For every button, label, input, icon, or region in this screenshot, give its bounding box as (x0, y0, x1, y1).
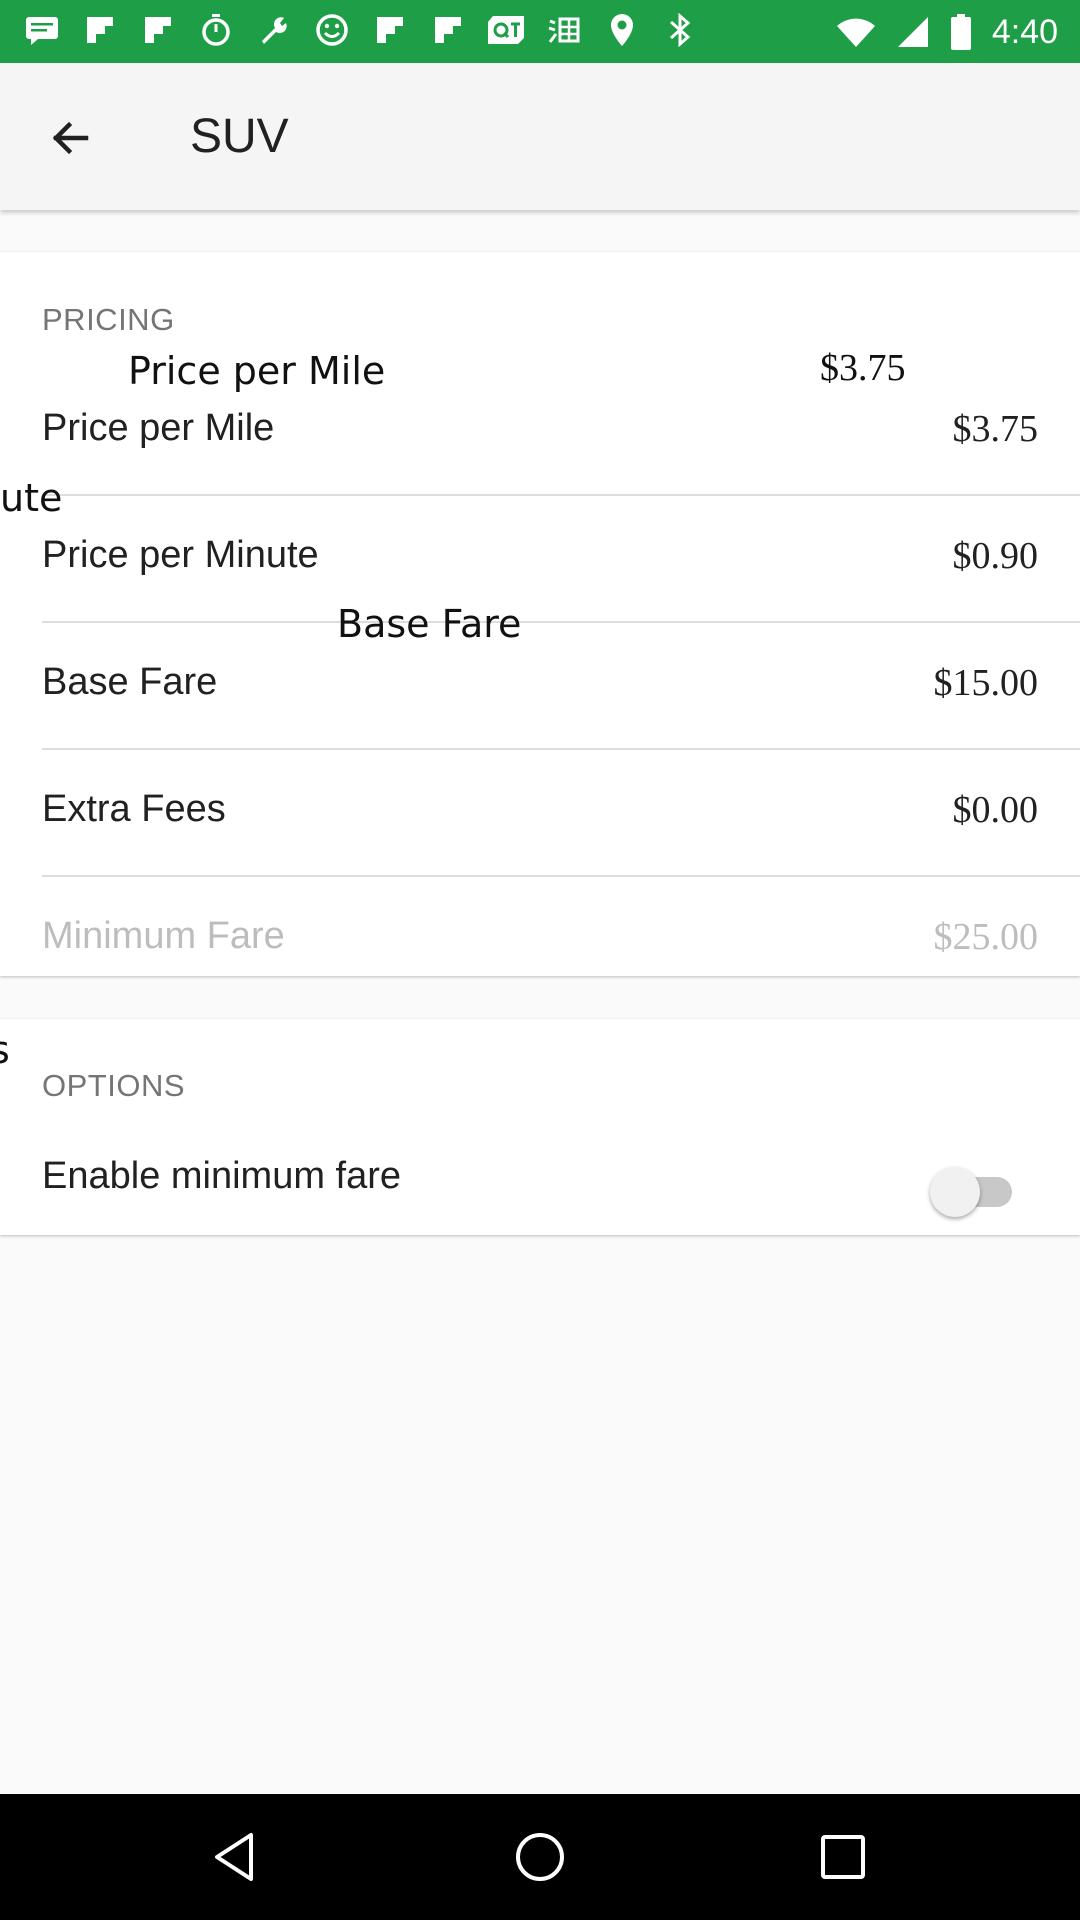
navigation-bar (0, 1794, 1080, 1920)
taobao-icon (544, 10, 584, 50)
extra-fees-label: Extra Fees (42, 788, 226, 830)
wifi-icon (836, 18, 875, 47)
arrow-back-icon (52, 121, 89, 155)
nav-recents-icon (821, 1835, 865, 1879)
app-bar: SUV (0, 63, 1080, 210)
price-per-minute-label: Price per Minute (42, 534, 319, 576)
nav-back-button[interactable] (207, 1827, 267, 1887)
price-per-minute-value: $0.90 (952, 535, 1039, 577)
options-header: OPTIONS (42, 1068, 186, 1103)
overlay-minute-fragment: ute (0, 476, 63, 520)
flipboard-icon (80, 10, 120, 50)
smiley-icon (312, 10, 352, 50)
signal-icon (897, 17, 928, 47)
base-fare-value: $15.00 (933, 662, 1039, 704)
overlay-price-per-mile: Price per Mile (128, 349, 386, 393)
overlay-mile-value: $3.75 (820, 347, 906, 389)
flipboard-icon (370, 10, 410, 50)
price-per-mile-value: $3.75 (952, 408, 1039, 450)
clock: 4:40 (991, 13, 1058, 51)
extra-fees-row[interactable]: Extra Fees $0.00 (0, 750, 1080, 877)
enable-minimum-fare-switch[interactable] (930, 1163, 1016, 1219)
extra-fees-value: $0.00 (952, 789, 1039, 831)
wrench-icon (254, 10, 294, 50)
minimum-fare-value: $25.00 (933, 916, 1039, 958)
nav-back-icon (215, 1833, 253, 1881)
notification-icons (22, 10, 700, 50)
qt-icon (486, 10, 526, 50)
nav-recents-button[interactable] (813, 1827, 873, 1887)
nav-home-button[interactable] (510, 1827, 570, 1887)
message-icon (22, 10, 62, 50)
bluetooth-icon (660, 10, 700, 50)
price-per-minute-row[interactable]: Price per Minute $0.90 (0, 496, 1080, 623)
switch-thumb (930, 1167, 980, 1217)
nav-home-icon (516, 1833, 564, 1881)
page-title: SUV (190, 110, 289, 163)
overlay-base-fare: Base Fare (337, 602, 522, 646)
base-fare-row[interactable]: Base Fare $15.00 (0, 623, 1080, 750)
pricing-header: PRICING (42, 302, 175, 337)
minimum-fare-label: Minimum Fare (42, 915, 285, 957)
minimum-fare-row: Minimum Fare $25.00 (0, 877, 1080, 1004)
flipboard-icon (428, 10, 468, 50)
enable-minimum-fare-label: Enable minimum fare (42, 1155, 402, 1197)
price-per-mile-label: Price per Mile (42, 407, 275, 449)
enable-minimum-fare-row[interactable]: Enable minimum fare (0, 1111, 1080, 1235)
flipboard-icon (138, 10, 178, 50)
back-button[interactable] (40, 108, 100, 168)
options-card: OPTIONS Enable minimum fare (0, 1019, 1080, 1235)
system-icons: 4:40 (836, 10, 1058, 54)
stopwatch-icon (196, 10, 236, 50)
overlay-edge-fragment: s (0, 1028, 10, 1072)
location-icon (602, 10, 642, 50)
base-fare-label: Base Fare (42, 661, 218, 703)
battery-icon (950, 14, 971, 50)
status-bar: 4:40 (0, 0, 1080, 63)
